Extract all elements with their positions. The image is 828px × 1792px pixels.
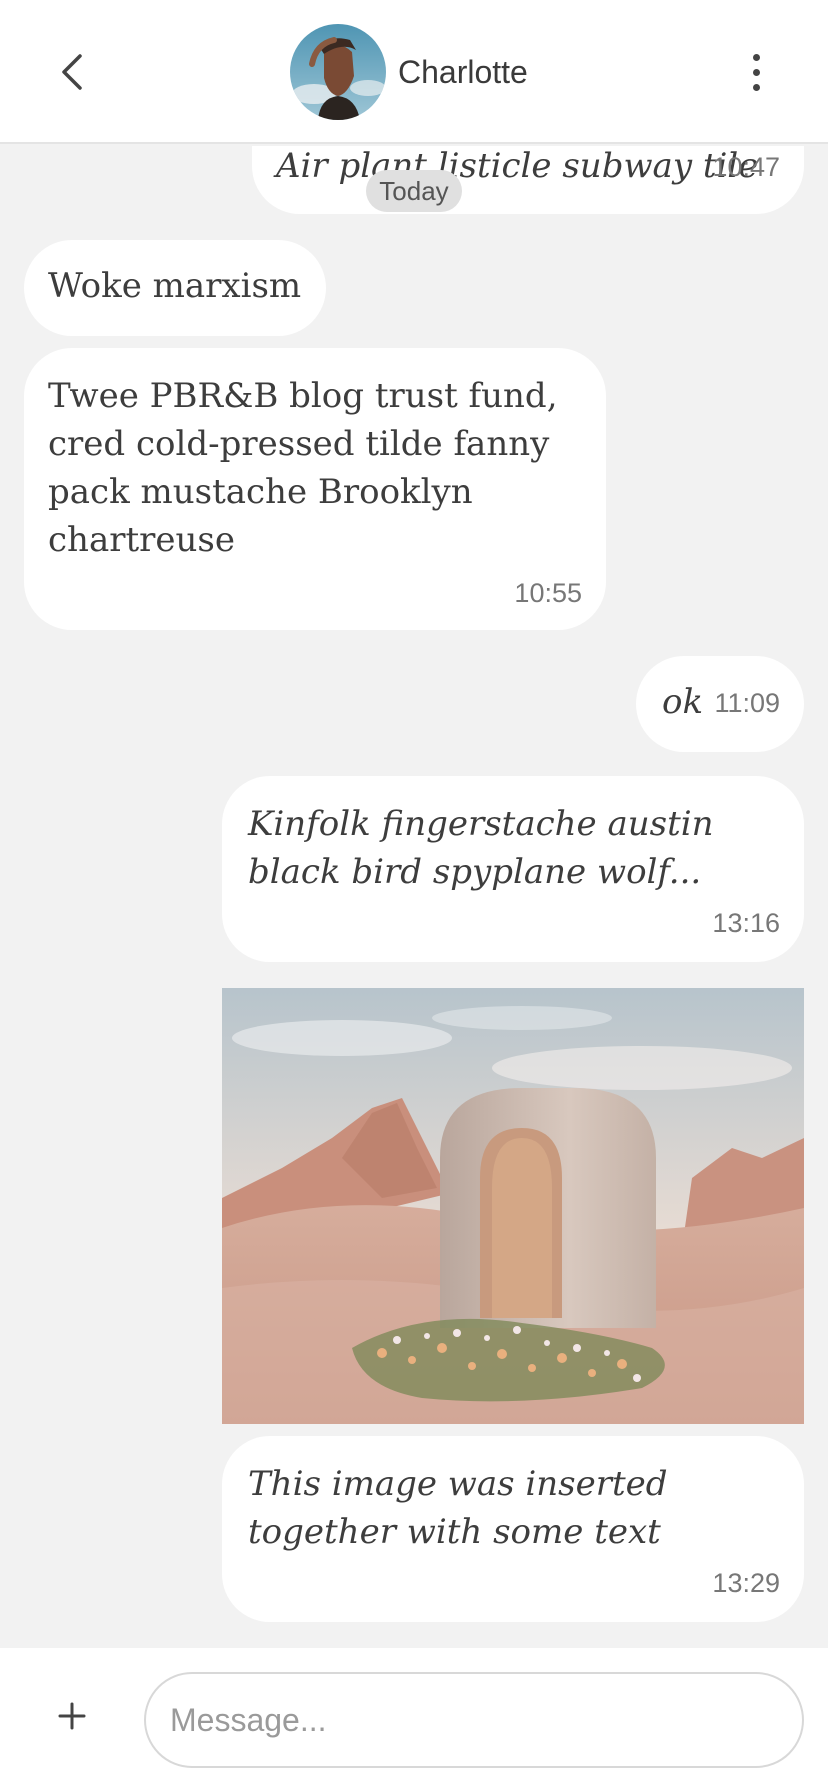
message-text: Air plant listicle subway tile — [276, 146, 759, 186]
message-time: 13:16 — [712, 908, 780, 938]
more-vertical-icon — [752, 53, 760, 61]
message-input[interactable] — [144, 1672, 804, 1768]
message-time: 13:29 — [712, 1568, 780, 1598]
message-text: Woke marxism — [48, 266, 302, 306]
message-time: 11:09 — [714, 688, 780, 718]
more-options-button[interactable] — [736, 44, 776, 100]
desert-arch-photo — [222, 988, 804, 1424]
message-text: Twee PBR&B blog trust fund, cred cold-pr… — [48, 376, 558, 560]
contact-name[interactable]: Charlotte — [398, 50, 528, 94]
message-composer — [0, 1648, 828, 1792]
message-bubble-outgoing[interactable]: ok 11:09 — [636, 656, 804, 752]
more-vertical-icon-dot — [752, 83, 760, 91]
message-list[interactable]: Air plant listicle subway tile 10:47 Tod… — [0, 146, 828, 1646]
avatar[interactable] — [290, 24, 386, 120]
message-bubble-incoming[interactable]: Woke marxism — [24, 240, 326, 336]
message-text: This image was inserted together with so… — [248, 1464, 668, 1552]
chevron-left-icon — [62, 54, 82, 90]
more-vertical-icon-dot — [752, 68, 760, 76]
message-bubble-outgoing[interactable]: Air plant listicle subway tile 10:47 — [252, 146, 804, 214]
message-bubble-incoming[interactable]: Twee PBR&B blog trust fund, cred cold-pr… — [24, 348, 606, 630]
back-button[interactable] — [50, 42, 94, 102]
message-image[interactable] — [222, 988, 804, 1424]
add-attachment-button[interactable] — [52, 1696, 92, 1736]
message-text: ok — [662, 682, 704, 722]
message-bubble-outgoing[interactable]: This image was inserted together with so… — [222, 1436, 804, 1622]
day-separator: Today — [366, 170, 462, 212]
message-time: 10:47 — [712, 152, 780, 182]
message-text: Kinfolk fingerstache austin black bird s… — [248, 804, 714, 892]
plus-icon — [58, 1702, 86, 1730]
message-time: 10:55 — [514, 578, 582, 608]
message-bubble-outgoing[interactable]: Kinfolk fingerstache austin black bird s… — [222, 776, 804, 962]
chat-header: Charlotte — [0, 0, 828, 144]
